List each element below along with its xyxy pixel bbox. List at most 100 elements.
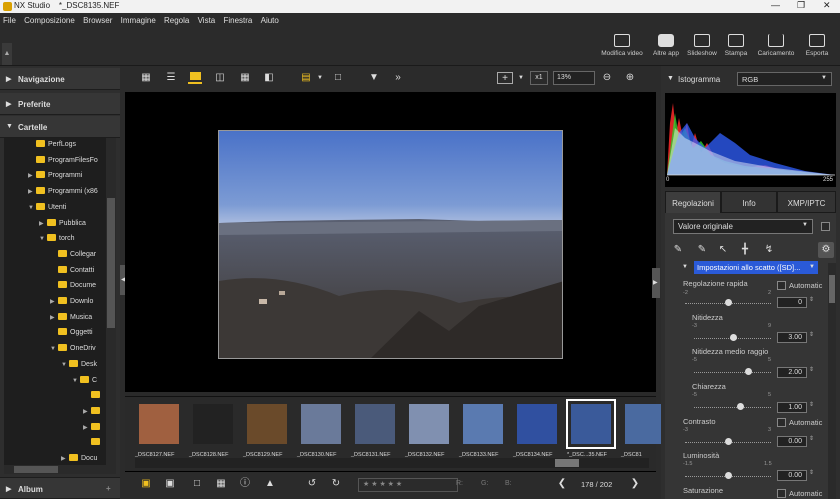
stack-icon[interactable]: ▣ bbox=[139, 478, 153, 490]
filmstrip-thumbnail[interactable] bbox=[247, 404, 287, 444]
list-view-icon[interactable]: ☰ bbox=[164, 72, 178, 84]
filter-icon[interactable]: ▼ bbox=[367, 72, 381, 84]
close-icon[interactable]: ✕ bbox=[823, 0, 831, 11]
grid-compare-icon[interactable]: ▦ bbox=[238, 72, 252, 84]
panel-toggle-icon[interactable]: ▲ bbox=[2, 43, 12, 65]
chevron-down-icon[interactable]: ▼ bbox=[39, 236, 47, 242]
tree-item[interactable] bbox=[83, 438, 103, 452]
adjustments-scrollbar[interactable] bbox=[828, 263, 836, 499]
crop-icon[interactable]: ╋ bbox=[738, 244, 752, 256]
filmstrip-toggle-icon[interactable]: ▤ bbox=[299, 72, 313, 84]
brightness-slider[interactable] bbox=[685, 471, 771, 481]
contrast-slider[interactable] bbox=[685, 437, 771, 447]
single-view-icon[interactable] bbox=[188, 72, 202, 84]
brightness-value[interactable]: 0.00 bbox=[777, 470, 807, 481]
section-cartelle[interactable]: ▼ Cartelle bbox=[0, 116, 120, 138]
menu-file[interactable]: File bbox=[3, 16, 16, 25]
chevron-down-icon[interactable]: ▼ bbox=[50, 346, 58, 352]
section-preferite[interactable]: ▶ Preferite bbox=[0, 93, 120, 115]
filmstrip-thumbnail[interactable] bbox=[517, 404, 557, 444]
tree-item[interactable]: ▼ Utenti bbox=[28, 202, 66, 217]
mid-range-value[interactable]: 2.00 bbox=[777, 367, 807, 378]
section-album[interactable]: ▶ Album + bbox=[0, 477, 120, 499]
tree-item[interactable]: Contatti bbox=[50, 265, 94, 280]
tree-item[interactable]: ▶ bbox=[83, 422, 103, 437]
tab-regolazioni[interactable]: Regolazioni bbox=[665, 191, 721, 213]
right-panel-collapse-handle[interactable]: ▶ bbox=[652, 268, 660, 298]
tab-info[interactable]: Info bbox=[721, 191, 777, 213]
tree-item[interactable]: ▶ Programmi bbox=[28, 171, 82, 185]
histogram-icon[interactable]: ▲ bbox=[263, 478, 277, 490]
chevron-right-icon[interactable]: ▶ bbox=[83, 424, 91, 431]
chevron-right-icon[interactable]: ▶ bbox=[50, 314, 58, 321]
rotate-left-icon[interactable]: ↺ bbox=[305, 478, 319, 490]
menu-browser[interactable]: Browser bbox=[83, 16, 112, 25]
stepper-icon[interactable]: ⇕ bbox=[809, 401, 814, 408]
adjustments-scroll-thumb[interactable] bbox=[829, 275, 835, 303]
contrast-value[interactable]: 0.00 bbox=[777, 436, 807, 447]
filmstrip-thumbnail[interactable] bbox=[409, 404, 449, 444]
chevron-right-icon[interactable]: ▶ bbox=[28, 188, 36, 195]
channel-select[interactable]: RGB ▼ bbox=[737, 72, 832, 86]
split-view-icon[interactable]: ◧ bbox=[262, 72, 276, 84]
sharpness-value[interactable]: 3.00 bbox=[777, 332, 807, 343]
filmstrip-thumbnail[interactable] bbox=[301, 404, 341, 444]
clarity-value[interactable]: 1.00 bbox=[777, 402, 807, 413]
grid-icon[interactable]: ▦ bbox=[214, 478, 228, 490]
straighten-icon[interactable]: ↖ bbox=[716, 244, 730, 256]
export-button[interactable]: Esporta bbox=[802, 32, 832, 64]
zoom-1x-button[interactable]: x1 bbox=[530, 71, 548, 85]
layers-icon[interactable]: ▣ bbox=[163, 478, 177, 490]
frame-icon[interactable]: □ bbox=[190, 478, 204, 490]
tree-item[interactable]: ▶ Docu bbox=[61, 454, 97, 465]
mid-range-slider[interactable] bbox=[694, 367, 771, 377]
tree-item[interactable]: ProgramFilesFo bbox=[28, 155, 98, 170]
menu-aiuto[interactable]: Aiuto bbox=[261, 16, 279, 25]
tree-item[interactable]: PerfLogs bbox=[28, 140, 76, 154]
filmstrip-thumbnail[interactable] bbox=[463, 404, 503, 444]
contrast-auto-checkbox[interactable] bbox=[777, 418, 786, 427]
filmstrip-thumbnail[interactable] bbox=[566, 399, 616, 449]
clarity-slider[interactable] bbox=[694, 402, 771, 412]
main-photo[interactable] bbox=[218, 130, 563, 359]
tree-item[interactable]: ▼ Desk bbox=[61, 359, 97, 374]
tree-item[interactable]: ▼ C bbox=[72, 375, 97, 390]
menu-immagine[interactable]: Immagine bbox=[121, 16, 156, 25]
tab-xmp-iptc[interactable]: XMP/IPTC bbox=[777, 191, 836, 213]
preset-checkbox[interactable] bbox=[821, 222, 830, 231]
chevron-down-icon[interactable]: ▼ bbox=[61, 362, 69, 368]
other-apps-button[interactable]: Altre app bbox=[650, 32, 682, 64]
chevron-down-icon[interactable]: ▼ bbox=[682, 264, 688, 270]
tree-item[interactable]: ▶ Downlo bbox=[50, 297, 93, 311]
stepper-icon[interactable]: ⇕ bbox=[809, 296, 814, 303]
chevron-right-icon[interactable]: ▶ bbox=[50, 298, 58, 305]
tree-item[interactable]: Collegar bbox=[50, 249, 96, 264]
minimize-icon[interactable]: — bbox=[771, 0, 780, 10]
print-button[interactable]: Stampa bbox=[722, 32, 750, 64]
info-icon[interactable]: ⓘ bbox=[238, 478, 252, 490]
quick-adjust-value[interactable]: 0 bbox=[777, 297, 807, 308]
slider-knob[interactable] bbox=[737, 403, 745, 410]
tree-item[interactable]: ▶ Musica bbox=[50, 312, 92, 327]
slideshow-button[interactable]: Slideshow bbox=[684, 32, 720, 64]
filmstrip-scrollbar[interactable] bbox=[135, 458, 649, 468]
sharpness-slider[interactable] bbox=[694, 333, 771, 343]
chevron-right-icon[interactable]: ▶ bbox=[83, 408, 91, 415]
tree-item[interactable]: ▶ Pubblica bbox=[39, 218, 86, 233]
fit-screen-icon[interactable]: □ bbox=[331, 72, 345, 84]
chevron-right-icon[interactable]: ▶ bbox=[28, 172, 36, 179]
rotate-right-icon[interactable]: ↻ bbox=[329, 478, 343, 490]
filmstrip-thumbnail[interactable] bbox=[139, 404, 179, 444]
preset-select[interactable]: Valore originale ▼ bbox=[673, 219, 813, 234]
upload-button[interactable]: Caricamento bbox=[754, 32, 798, 64]
tree-scrollbar[interactable] bbox=[106, 138, 116, 465]
zoom-in-icon[interactable]: ⊕ bbox=[623, 72, 637, 84]
gear-icon[interactable]: ⚙ bbox=[818, 242, 834, 258]
quick-adjust-slider[interactable] bbox=[685, 298, 771, 308]
add-album-icon[interactable]: + bbox=[106, 484, 111, 493]
thumbnail-grid-icon[interactable]: ▦ bbox=[139, 72, 153, 84]
perspective-icon[interactable]: ↯ bbox=[762, 244, 776, 256]
menu-regola[interactable]: Regola bbox=[164, 16, 189, 25]
section-navigazione[interactable]: ▶ Navigazione bbox=[0, 68, 120, 90]
chevron-down-icon[interactable]: ▼ bbox=[313, 72, 327, 84]
